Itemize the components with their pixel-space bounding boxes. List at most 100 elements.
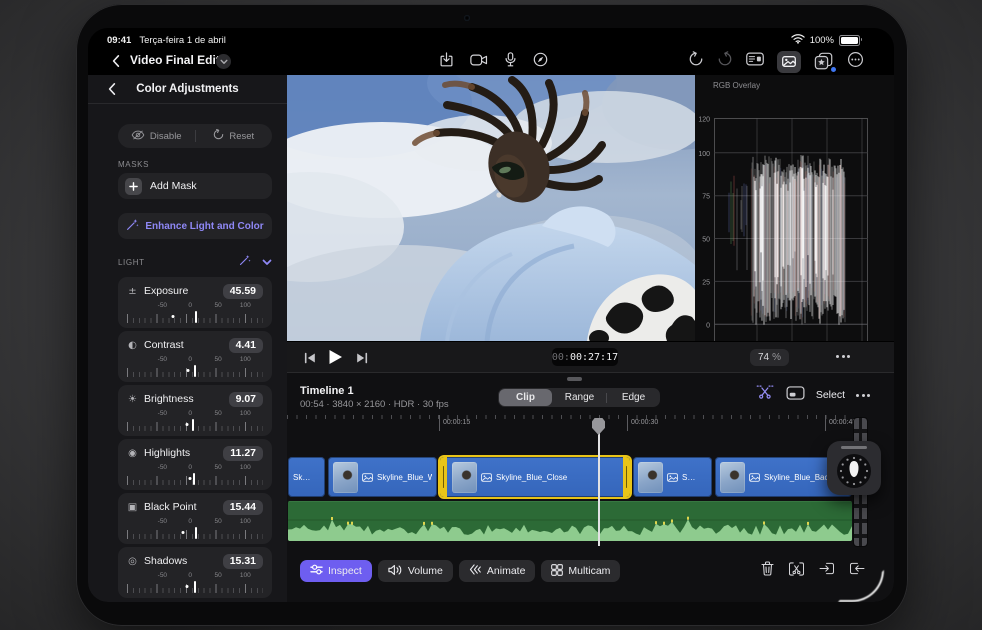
slider-shadows: ◎ Shadows 15.31 -50 0 50 100	[118, 547, 272, 598]
reset-label: Reset	[229, 130, 255, 142]
black-point-slider-track[interactable]	[127, 526, 263, 539]
video-frame	[287, 75, 695, 341]
jog-wheel[interactable]	[827, 441, 881, 495]
clock: 09:41	[107, 34, 132, 46]
auto-enhance-wand-icon[interactable]	[239, 253, 251, 271]
front-camera	[464, 15, 470, 21]
trim-handle-left[interactable]	[440, 457, 447, 497]
disable-button[interactable]: Disable	[118, 130, 195, 143]
clip-skyline-blue-close-selected[interactable]: Skyline_Blue_Close	[440, 457, 630, 497]
timeline-more-icon[interactable]	[856, 393, 870, 397]
app-screen: 09:41 Terça-feira 1 de abril 100% Video …	[88, 28, 894, 602]
skip-back-icon[interactable]	[304, 351, 316, 369]
title-bar: Video Final Edit	[88, 48, 894, 75]
brightness-icon: ☀	[128, 393, 137, 405]
inspect-button[interactable]: Inspect	[300, 560, 372, 582]
project-dropdown-chevron-icon[interactable]	[216, 54, 231, 69]
chevrons-icon	[469, 564, 482, 578]
contrast-icon: ◐	[128, 339, 137, 351]
shadows-value[interactable]: 15.31	[222, 553, 263, 569]
add-mask-label: Add Mask	[150, 180, 197, 192]
highlights-value[interactable]: 11.27	[223, 445, 263, 461]
slider-contrast: ◐ Contrast 4.41 -50 0 50 100	[118, 331, 272, 382]
overview-icon[interactable]	[786, 385, 805, 405]
clip-skyline-blue-wide[interactable]: Skyline_Blue_Wide	[328, 457, 437, 497]
clip-tools-bar: Inspect Volume Animate Multicam	[287, 556, 894, 586]
eye-off-icon	[131, 130, 145, 143]
effects-icon[interactable]	[814, 52, 836, 72]
clip-skyline-2[interactable]: S…	[633, 457, 712, 497]
panel-title: Color Adjustments	[136, 83, 239, 95]
timeline-title-block: Timeline 1 00:54 · 3840 × 2160 · HDR · 3…	[300, 385, 449, 410]
mode-clip[interactable]: Clip	[499, 389, 552, 406]
playhead-line[interactable]	[598, 418, 600, 546]
clip-skyline-1[interactable]: Sk…	[288, 457, 325, 497]
audio-track[interactable]	[288, 501, 852, 541]
shadows-slider-track[interactable]	[127, 580, 263, 593]
microphone-icon[interactable]	[505, 51, 516, 72]
ipad-device: 09:41 Terça-feira 1 de abril 100% Video …	[76, 4, 908, 626]
collapse-chevron-icon[interactable]	[262, 253, 272, 271]
jog-grip[interactable]	[841, 446, 867, 449]
mode-edge[interactable]: Edge	[607, 388, 660, 407]
more-icon[interactable]	[847, 51, 864, 73]
compass-icon[interactable]	[533, 52, 548, 72]
plus-icon	[125, 177, 142, 195]
enhance-light-color-button[interactable]: Enhance Light and Color	[118, 213, 272, 239]
light-section-header: LIGHT	[118, 255, 272, 269]
exposure-value[interactable]: 45.59	[222, 283, 263, 299]
undo-icon[interactable]	[688, 51, 704, 72]
highlights-icon: ◉	[128, 447, 137, 459]
exposure-slider-track[interactable]	[127, 310, 263, 323]
viewer-more-icon[interactable]	[836, 355, 850, 358]
grid-icon	[551, 563, 564, 579]
multicam-button[interactable]: Multicam	[541, 560, 621, 582]
timecode-display: 00: 00:27:17	[552, 348, 618, 366]
animate-button[interactable]: Animate	[458, 560, 536, 582]
svg-text:75: 75	[702, 194, 710, 201]
exposure-icon: ±	[128, 285, 137, 297]
brightness-value[interactable]: 9.07	[228, 391, 263, 407]
playback-bar: 00: 00:27:17 74%	[287, 341, 894, 372]
back-chevron-icon[interactable]	[112, 54, 120, 73]
volume-button[interactable]: Volume	[377, 560, 453, 582]
light-section-label: LIGHT	[118, 257, 145, 267]
add-mask-button[interactable]: Add Mask	[118, 173, 272, 199]
contrast-value[interactable]: 4.41	[228, 337, 263, 353]
mode-range[interactable]: Range	[553, 388, 606, 407]
timeline-ruler[interactable]: 00:00:15 00:00:30 00:00:45	[287, 415, 894, 433]
camera-icon[interactable]	[470, 53, 488, 71]
import-icon[interactable]	[440, 51, 453, 72]
video-track: Sk… Skyline_Blue_Wide Skyline_Blue_Close	[287, 457, 894, 497]
blade-tool-icon[interactable]	[756, 385, 775, 405]
photo-icon	[667, 472, 678, 482]
trash-icon[interactable]	[761, 561, 774, 581]
insert-icon[interactable]	[819, 562, 835, 580]
panel-back-chevron-icon[interactable]	[108, 82, 116, 101]
media-browser-button[interactable]	[777, 50, 801, 73]
contrast-slider-track[interactable]	[127, 364, 263, 377]
slider-highlights: ◉ Highlights 11.27 -50 0 50 100	[118, 439, 272, 490]
slider-exposure: ± Exposure 45.59 -50 0 50 100	[118, 277, 272, 328]
trim-handle-right[interactable]	[623, 457, 630, 497]
highlights-slider-track[interactable]	[127, 472, 263, 485]
effects-badge	[831, 67, 836, 72]
split-blade-icon[interactable]	[788, 561, 805, 581]
timeline-drag-handle[interactable]	[567, 377, 582, 381]
clip-thumbnail	[720, 461, 745, 493]
slider-black-point: ▣ Black Point 15.44 -50 0 50 100	[118, 493, 272, 544]
index-list-icon[interactable]	[746, 52, 764, 71]
play-button[interactable]	[328, 349, 343, 370]
select-button[interactable]: Select	[816, 389, 845, 401]
skip-forward-icon[interactable]	[356, 351, 368, 369]
redo-icon[interactable]	[717, 51, 733, 72]
project-title[interactable]: Video Final Edit	[130, 53, 220, 67]
video-preview[interactable]	[287, 75, 695, 341]
masks-section-label: MASKS	[118, 160, 150, 169]
capture-toolbar	[440, 48, 548, 75]
reset-button[interactable]: Reset	[196, 128, 273, 143]
zoom-level-badge[interactable]: 74%	[750, 349, 790, 366]
black-point-value[interactable]: 15.44	[222, 499, 263, 515]
brightness-slider-track[interactable]	[127, 418, 263, 431]
jog-dial	[837, 454, 871, 488]
